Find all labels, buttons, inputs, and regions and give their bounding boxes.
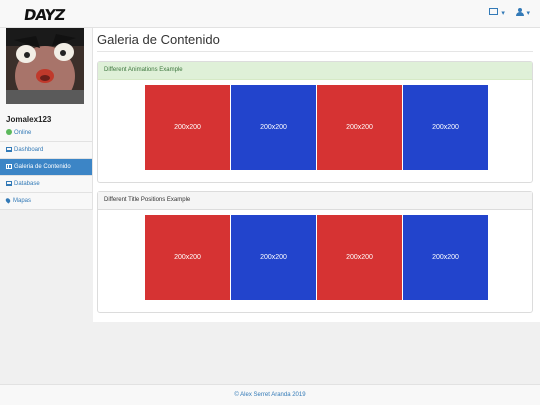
online-dot-icon: [6, 129, 12, 135]
gallery-thumbnail[interactable]: 200x200: [145, 215, 230, 300]
page-title: Galeria de Contenido: [97, 32, 220, 47]
navbar-right: ▾ ▾: [481, 7, 530, 18]
title-positions-panel: Different Title Positions Example 200x20…: [97, 191, 533, 313]
table-icon: [6, 181, 12, 186]
user-dropdown[interactable]: ▾: [515, 7, 530, 18]
gallery-thumbnail[interactable]: 200x200: [231, 85, 316, 170]
sidebar: Jomalex123 Online Dashboard Galeria de C…: [0, 28, 93, 210]
table-icon: [6, 147, 12, 152]
map-marker-icon: [4, 197, 12, 204]
avatar: [6, 28, 84, 104]
avatar-image: [6, 28, 84, 104]
gallery-thumbnail[interactable]: 200x200: [145, 85, 230, 170]
thumbnail-row: 200x200 200x200 200x200 200x200: [145, 215, 489, 300]
status-label: Online: [14, 130, 32, 136]
sidebar-item-label: Dashboard: [14, 147, 44, 153]
main-content: Galeria de Contenido Different Animation…: [93, 28, 540, 322]
animations-panel: Different Animations Example 200x200 200…: [97, 61, 533, 183]
messages-dropdown[interactable]: ▾: [488, 7, 508, 18]
username: Jomalex123: [6, 115, 52, 124]
envelope-icon: [488, 8, 498, 15]
gallery-thumbnail[interactable]: 200x200: [403, 85, 488, 170]
user-icon: [515, 8, 524, 16]
sidebar-item-mapas[interactable]: Mapas: [0, 192, 92, 209]
gallery-thumbnail[interactable]: 200x200: [403, 215, 488, 300]
sidebar-menu: Dashboard Galeria de Contenido Database …: [0, 141, 92, 209]
sidebar-item-label: Galeria de Contenido: [14, 164, 71, 170]
panel-heading: Different Title Positions Example: [98, 192, 532, 210]
dayz-logo[interactable]: DAYZ: [23, 6, 66, 24]
caret-down-icon: ▾: [526, 10, 530, 17]
footer-copyright[interactable]: © Alex Serret Aranda 2019: [234, 392, 305, 398]
title-divider: [97, 51, 533, 52]
gallery-thumbnail[interactable]: 200x200: [317, 85, 402, 170]
thumbnail-row: 200x200 200x200 200x200 200x200: [145, 85, 489, 170]
online-status: Online: [6, 129, 31, 136]
film-icon: [6, 164, 12, 169]
gallery-thumbnail[interactable]: 200x200: [231, 215, 316, 300]
caret-down-icon: ▾: [501, 10, 505, 17]
sidebar-item-label: Mapas: [13, 198, 32, 204]
sidebar-item-dashboard[interactable]: Dashboard: [0, 141, 92, 158]
panel-heading: Different Animations Example: [98, 62, 532, 80]
gallery-thumbnail[interactable]: 200x200: [317, 215, 402, 300]
top-navbar: DAYZ ▾ ▾: [0, 0, 540, 28]
sidebar-item-database[interactable]: Database: [0, 175, 92, 192]
sidebar-item-galeria[interactable]: Galeria de Contenido: [0, 158, 92, 175]
sidebar-item-label: Database: [14, 181, 40, 187]
footer: © Alex Serret Aranda 2019: [0, 384, 540, 405]
